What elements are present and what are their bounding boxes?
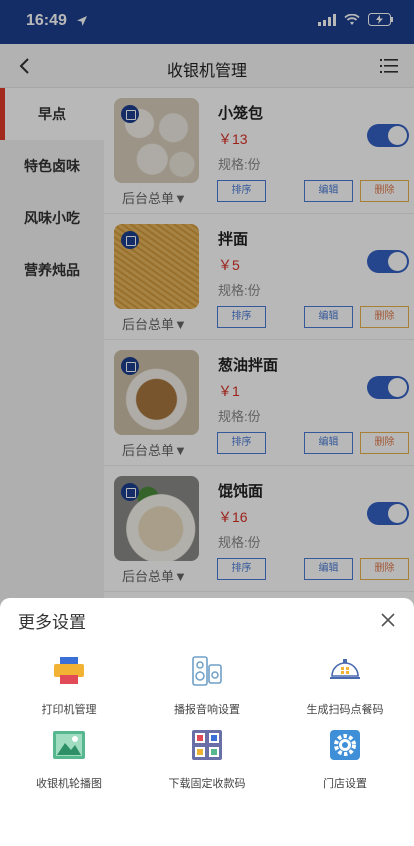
option-label: 门店设置 <box>323 778 367 790</box>
carousel-image-option[interactable]: 收银机轮播图 <box>0 728 138 791</box>
option-label: 打印机管理 <box>41 704 97 716</box>
qr-code-icon <box>192 730 222 760</box>
printer-management-option[interactable]: 打印机管理 <box>0 654 138 717</box>
gear-icon <box>330 730 360 760</box>
scan-order-icon <box>330 659 360 679</box>
option-label: 生成扫码点餐码 <box>306 704 384 716</box>
more-settings-sheet: 更多设置 打印机管理 播报音响设置 生成扫码点餐码 收银机轮播图 下载固定收款码… <box>0 598 414 846</box>
option-label: 收银机轮播图 <box>36 778 102 790</box>
scan-order-code-option[interactable]: 生成扫码点餐码 <box>276 654 414 717</box>
carousel-image-icon <box>53 731 85 759</box>
download-qr-option[interactable]: 下载固定收款码 <box>138 728 276 791</box>
close-icon[interactable] <box>380 612 396 628</box>
speaker-settings-option[interactable]: 播报音响设置 <box>138 654 276 717</box>
printer-icon <box>54 657 84 684</box>
store-settings-option[interactable]: 门店设置 <box>276 728 414 791</box>
option-label: 下载固定收款码 <box>168 778 246 790</box>
option-label: 播报音响设置 <box>174 704 240 716</box>
sheet-title: 更多设置 <box>18 613 86 632</box>
speaker-icon <box>192 656 222 686</box>
